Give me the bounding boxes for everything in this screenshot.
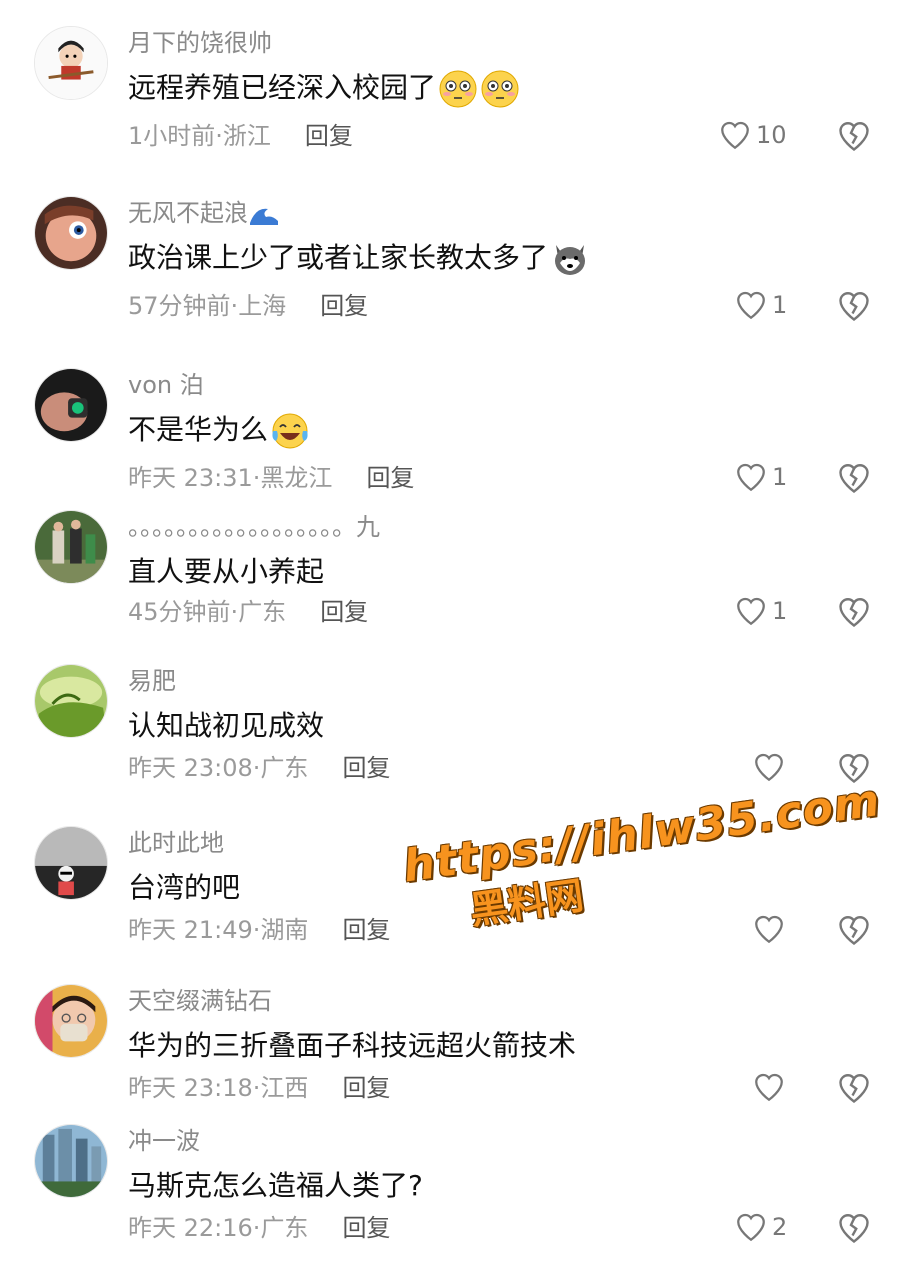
comment-location: 江西	[260, 1074, 309, 1102]
avatar[interactable]	[34, 368, 108, 442]
reply-button[interactable]: 回复	[342, 754, 390, 782]
avatar[interactable]	[34, 510, 108, 584]
comment-time: 昨天 21:49	[128, 916, 253, 944]
broken-heart-icon[interactable]	[836, 1070, 872, 1106]
broken-heart-icon[interactable]	[836, 594, 872, 630]
like-count: 1	[772, 597, 788, 625]
reply-button[interactable]: 回复	[320, 598, 368, 626]
heart-icon	[755, 753, 783, 782]
comment-text: 不是华为么	[128, 410, 310, 451]
like-button[interactable]: 10	[718, 118, 787, 152]
husky-dog-icon	[550, 239, 590, 279]
comment-meta: 昨天 23:31·黑龙江 回复	[128, 464, 415, 492]
comment-meta: 昨天 23:18·江西 回复	[128, 1074, 391, 1102]
comment-text: 认知战初见成效	[128, 709, 325, 742]
comment-time: 1小时前	[128, 122, 216, 150]
comment-text: 台湾的吧	[128, 871, 241, 904]
like-count: 2	[772, 1213, 788, 1241]
comment-username[interactable]: 冲一波	[128, 1126, 200, 1156]
broken-heart-icon[interactable]	[836, 1210, 872, 1246]
avatar[interactable]	[34, 664, 108, 738]
comment-time: 45分钟前	[128, 598, 231, 626]
broken-heart-icon[interactable]	[836, 912, 872, 948]
heart-icon	[721, 121, 749, 150]
comment-text: 马斯克怎么造福人类了?	[128, 1169, 423, 1202]
comment-time: 昨天 23:18	[128, 1074, 253, 1102]
comment-location: 湖南	[260, 916, 309, 944]
comment-location: 黑龙江	[260, 464, 333, 492]
reply-button[interactable]: 回复	[342, 1214, 390, 1242]
reply-button[interactable]: 回复	[342, 1074, 390, 1102]
avatar[interactable]	[34, 196, 108, 270]
like-button[interactable]	[752, 750, 786, 784]
comment-time: 昨天 22:16	[128, 1214, 253, 1242]
broken-heart-icon[interactable]	[836, 288, 872, 324]
like-button[interactable]: 1	[734, 594, 787, 628]
like-count: 10	[756, 121, 787, 149]
comment-location: 广东	[260, 1214, 309, 1242]
comment-text-content: 政治课上少了或者让家长教太多了	[128, 241, 549, 274]
comment-username-text: 无风不起浪	[128, 199, 248, 227]
wave-icon	[248, 201, 282, 227]
comment-text-content: 远程养殖已经深入校园了	[128, 71, 437, 104]
comment-location: 广东	[238, 598, 287, 626]
like-count: 1	[772, 291, 788, 319]
heart-icon	[737, 291, 765, 320]
flushed-face-icon	[480, 69, 520, 109]
laughing-tears-icon	[270, 411, 310, 451]
like-button[interactable]: 2	[734, 1210, 787, 1244]
reply-button[interactable]: 回复	[366, 464, 414, 492]
like-button[interactable]	[752, 912, 786, 946]
reply-button[interactable]: 回复	[342, 916, 390, 944]
comment-text-content: 不是华为么	[128, 413, 269, 446]
comment-meta: 45分钟前·广东 回复	[128, 598, 369, 626]
like-count: 1	[772, 463, 788, 491]
comment-meta: 昨天 21:49·湖南 回复	[128, 916, 391, 944]
comment-location: 上海	[238, 292, 287, 320]
avatar[interactable]	[34, 26, 108, 100]
comment-meta: 1小时前·浙江 回复	[128, 122, 353, 150]
heart-icon	[737, 463, 765, 492]
comment-location: 浙江	[222, 122, 271, 150]
comment-time: 昨天 23:31	[128, 464, 253, 492]
comment-username[interactable]: 。。。。。。。。。。。。。。。。。。九	[128, 512, 380, 542]
comment-username[interactable]: 天空缀满钻石	[128, 986, 272, 1016]
reply-button[interactable]: 回复	[320, 292, 368, 320]
like-button[interactable]	[752, 1070, 786, 1104]
comment-username[interactable]: 此时此地	[128, 828, 224, 858]
heart-icon	[737, 1213, 765, 1242]
heart-icon	[755, 915, 783, 944]
broken-heart-icon[interactable]	[836, 118, 872, 154]
comment-text: 直人要从小养起	[128, 555, 325, 588]
comment-username[interactable]: 月下的饶很帅	[128, 28, 272, 58]
comment-location: 广东	[260, 754, 309, 782]
comment-username[interactable]: 无风不起浪	[128, 198, 282, 228]
avatar[interactable]	[34, 984, 108, 1058]
broken-heart-icon[interactable]	[836, 460, 872, 496]
comment-time: 昨天 23:08	[128, 754, 253, 782]
like-button[interactable]: 1	[734, 460, 787, 494]
comment-username[interactable]: 易肥	[128, 666, 176, 696]
comment-time: 57分钟前	[128, 292, 231, 320]
like-button[interactable]: 1	[734, 288, 787, 322]
comment-username[interactable]: von 泊	[128, 370, 204, 400]
avatar[interactable]	[34, 826, 108, 900]
comment-text: 政治课上少了或者让家长教太多了	[128, 238, 590, 279]
heart-icon	[755, 1073, 783, 1102]
reply-button[interactable]: 回复	[305, 122, 353, 150]
flushed-face-icon	[438, 69, 478, 109]
comment-text: 华为的三折叠面子科技远超火箭技术	[128, 1029, 577, 1062]
comment-text: 远程养殖已经深入校园了	[128, 68, 520, 109]
comment-meta: 57分钟前·上海 回复	[128, 292, 369, 320]
watermark: https://ihlw35.com 黑料网	[400, 775, 891, 943]
avatar[interactable]	[34, 1124, 108, 1198]
comment-meta: 昨天 22:16·广东 回复	[128, 1214, 391, 1242]
heart-icon	[737, 597, 765, 626]
comment-meta: 昨天 23:08·广东 回复	[128, 754, 391, 782]
